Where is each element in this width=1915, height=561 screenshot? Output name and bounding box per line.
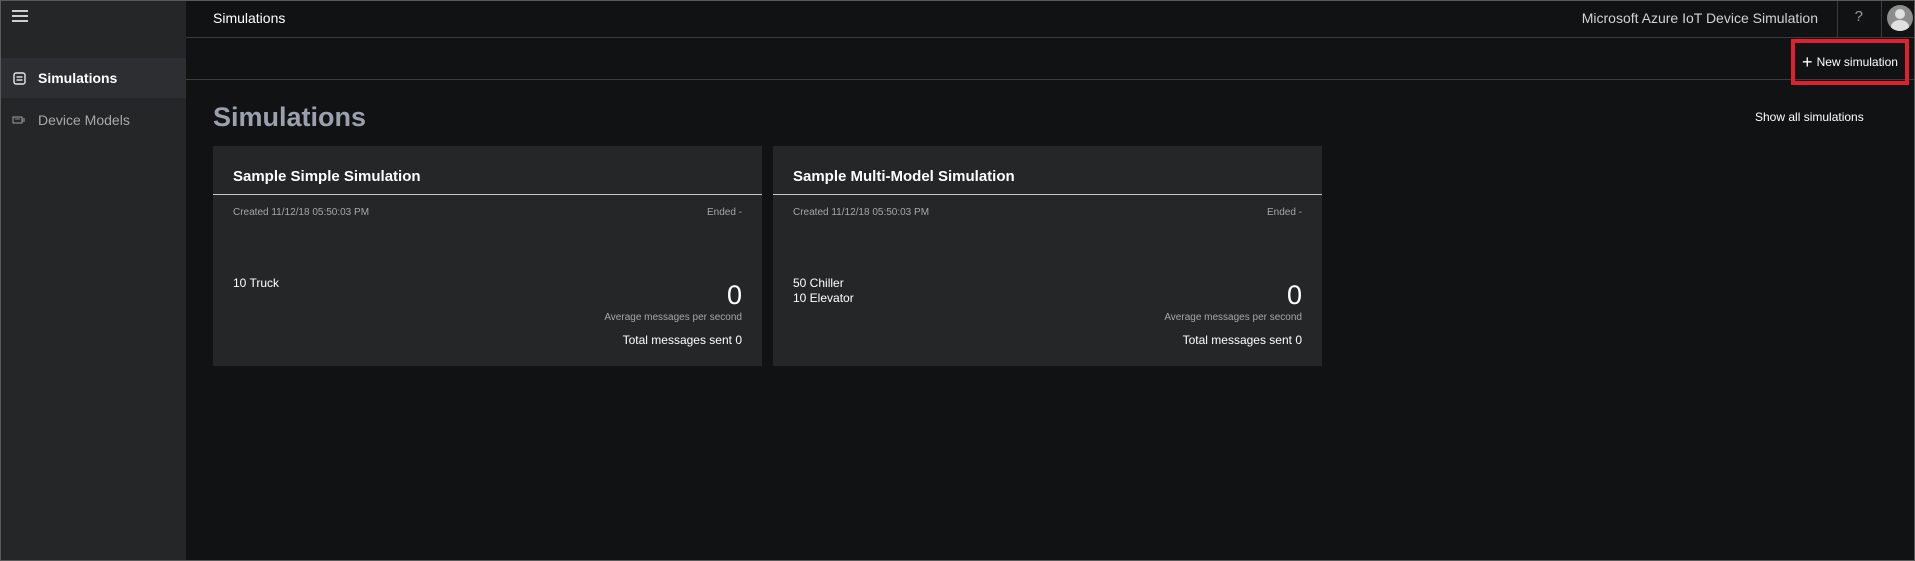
total-messages: Total messages sent 0: [622, 333, 742, 347]
new-simulation-label: New simulation: [1816, 55, 1898, 69]
plus-icon: +: [1802, 52, 1813, 72]
created-timestamp: Created 11/12/18 05:50:03 PM: [233, 207, 370, 218]
card-divider: [213, 194, 762, 195]
header-divider: [1837, 0, 1838, 38]
total-messages: Total messages sent 0: [1182, 333, 1302, 347]
avg-messages-label: Average messages per second: [1164, 312, 1302, 323]
header-divider: [1881, 0, 1882, 38]
created-timestamp: Created 11/12/18 05:50:03 PM: [793, 207, 930, 218]
user-avatar-icon[interactable]: [1887, 5, 1913, 31]
help-icon[interactable]: ?: [1855, 8, 1863, 25]
toolbar: + New simulation: [186, 38, 1915, 85]
sidebar-item-label: Device Models: [38, 112, 130, 128]
hamburger-menu-icon[interactable]: [12, 10, 28, 24]
simulation-card[interactable]: Sample Simple Simulation Created 11/12/1…: [213, 146, 762, 366]
device-models-icon: [12, 113, 26, 127]
device-entry: 50 Chiller: [793, 276, 844, 290]
simulation-title: Sample Multi-Model Simulation: [793, 168, 1015, 185]
avg-messages-value: 0: [1286, 280, 1302, 310]
ended-status: Ended -: [706, 207, 742, 218]
device-list: 10 Truck: [233, 276, 279, 291]
show-all-simulations-link[interactable]: Show all simulations: [1755, 110, 1864, 124]
simulation-card[interactable]: Sample Multi-Model Simulation Created 11…: [773, 146, 1322, 366]
card-divider: [773, 194, 1322, 195]
device-list: 50 Chiller 10 Elevator: [793, 276, 854, 306]
top-bar: Simulations Microsoft Azure IoT Device S…: [186, 0, 1915, 38]
new-simulation-button[interactable]: + New simulation: [1791, 39, 1909, 85]
avg-messages-value: 0: [726, 280, 742, 310]
avg-messages-label: Average messages per second: [604, 312, 742, 323]
sidebar: Simulations Device Models: [0, 0, 186, 561]
sidebar-item-simulations[interactable]: Simulations: [0, 58, 186, 98]
breadcrumb: Simulations: [213, 10, 286, 26]
device-entry: 10 Truck: [233, 276, 280, 290]
simulation-title: Sample Simple Simulation: [233, 168, 421, 185]
sidebar-item-label: Simulations: [38, 70, 118, 86]
simulations-icon: [12, 71, 26, 85]
device-entry: 10 Elevator: [793, 291, 854, 305]
sidebar-item-device-models[interactable]: Device Models: [0, 100, 186, 140]
app-title: Microsoft Azure IoT Device Simulation: [1581, 10, 1818, 26]
page-title: Simulations: [213, 102, 367, 132]
ended-status: Ended -: [1266, 207, 1302, 218]
